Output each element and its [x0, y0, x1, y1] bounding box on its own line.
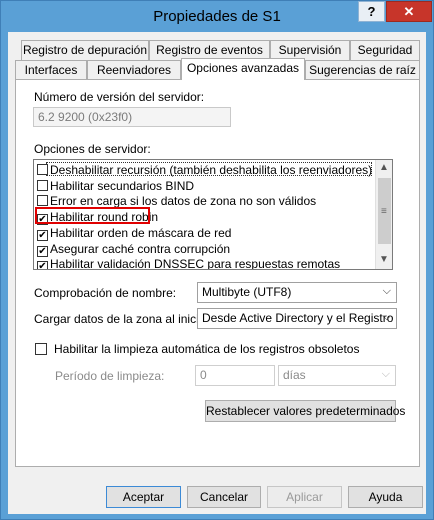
checkbox-checked[interactable]: ✔ — [37, 261, 48, 269]
tab-registro-depuracion[interactable]: Registro de depuración — [21, 40, 149, 60]
list-scrollbar[interactable]: ▲ ≡ ▼ — [375, 160, 392, 269]
scavenging-unit-select[interactable]: días ⌵ — [278, 365, 396, 386]
scroll-up-icon[interactable]: ▲ — [376, 160, 392, 176]
title-bar[interactable]: Propiedades de S1 ? ✕ — [1, 1, 433, 31]
close-button[interactable]: ✕ — [386, 1, 432, 22]
round-robin-highlight — [35, 207, 150, 224]
tab-seguridad[interactable]: Seguridad — [350, 40, 420, 60]
close-icon: ✕ — [403, 4, 415, 19]
name-check-select[interactable]: Multibyte (UTF8) ⌵ — [197, 282, 397, 303]
grip-icon: ≡ — [381, 206, 387, 217]
chevron-down-icon: ⌵ — [382, 285, 391, 297]
cancel-button[interactable]: Cancelar — [187, 486, 261, 508]
chevron-down-icon: ⌵ — [382, 311, 391, 323]
checkbox[interactable] — [37, 164, 48, 175]
apply-button[interactable]: Aplicar — [267, 486, 342, 508]
scavenging-label[interactable]: Habilitar la limpieza automática de los … — [54, 342, 359, 356]
help-title-button[interactable]: ? — [358, 1, 385, 22]
chevron-down-icon: ⌵ — [381, 368, 390, 380]
scavenging-period-label: Período de limpieza: — [55, 369, 165, 383]
properties-dialog: Propiedades de S1 ? ✕ Registro de depura… — [0, 0, 434, 520]
version-label: Número de versión del servidor: — [34, 90, 205, 104]
zone-load-label: Cargar datos de la zona al iniciar: — [34, 312, 213, 326]
checkbox-checked[interactable]: ✔ — [37, 230, 48, 241]
scroll-thumb[interactable]: ≡ — [378, 178, 391, 244]
reset-defaults-button[interactable]: Restablecer valores predeterminados — [205, 400, 405, 422]
option-item-bind-secondaries[interactable]: Habilitar secundarios BIND — [37, 179, 194, 194]
scroll-down-icon[interactable]: ▼ — [376, 252, 392, 268]
option-item-netmask-ordering[interactable]: ✔ Habilitar orden de máscara de red — [37, 226, 231, 241]
help-button[interactable]: Ayuda — [348, 486, 423, 508]
server-options-list[interactable]: Deshabilitar recursión (también deshabil… — [33, 159, 393, 270]
option-item-disable-recursion[interactable]: Deshabilitar recursión (también deshabil… — [37, 163, 372, 178]
server-options-label: Opciones de servidor: — [34, 142, 151, 156]
ok-button[interactable]: Aceptar — [106, 486, 181, 508]
zone-load-select[interactable]: Desde Active Directory y el Registro ⌵ — [197, 308, 397, 329]
dialog-client-area: Registro de depuración Registro de event… — [8, 32, 426, 514]
advanced-options-panel: Número de versión del servidor: 6.2 9200… — [15, 79, 420, 467]
checkbox[interactable] — [37, 195, 48, 206]
checkbox-checked[interactable]: ✔ — [37, 246, 48, 257]
tab-opciones-avanzadas[interactable]: Opciones avanzadas — [181, 58, 305, 80]
option-item-secure-cache[interactable]: ✔ Asegurar caché contra corrupción — [37, 242, 230, 257]
option-item-dnssec-validation[interactable]: ✔ Habilitar validación DNSSEC para respue… — [37, 257, 340, 269]
scavenging-period-input[interactable]: 0 — [195, 365, 275, 386]
tab-supervision[interactable]: Supervisión — [270, 40, 350, 60]
name-check-label: Comprobación de nombre: — [34, 286, 177, 300]
tab-reenviadores[interactable]: Reenviadores — [87, 60, 181, 80]
version-field: 6.2 9200 (0x23f0) — [33, 107, 231, 127]
tab-sugerencias-raiz[interactable]: Sugerencias de raíz — [305, 60, 420, 80]
scavenging-checkbox[interactable] — [35, 343, 47, 355]
tab-registro-eventos[interactable]: Registro de eventos — [149, 40, 270, 60]
tab-interfaces[interactable]: Interfaces — [15, 60, 87, 80]
checkbox[interactable] — [37, 180, 48, 191]
